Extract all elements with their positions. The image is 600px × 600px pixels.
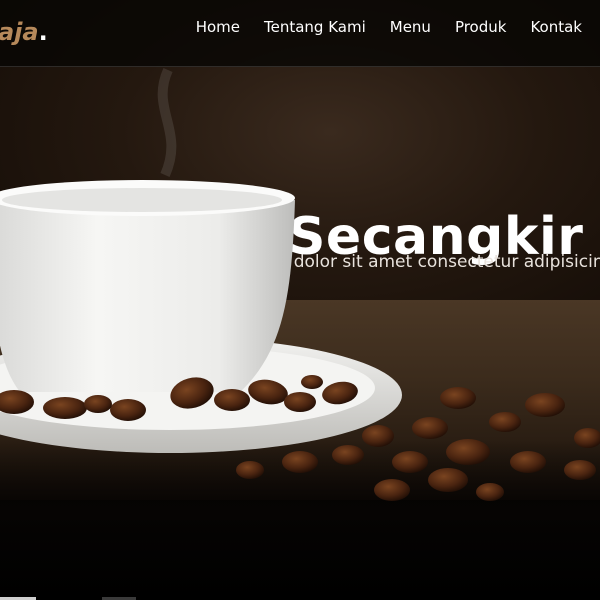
- nav-link-tentang-kami[interactable]: Tentang Kami: [264, 18, 366, 36]
- nav-links: Home Tentang Kami Menu Produk Kontak: [196, 18, 582, 36]
- brand-logo[interactable]: aja.: [0, 18, 48, 46]
- brand-logo-text: aja: [0, 18, 39, 46]
- nav-link-produk[interactable]: Produk: [455, 18, 507, 36]
- hero-section: Nikmati Secangkir Lorem ipsum dolor sit …: [0, 0, 600, 600]
- nav-link-kontak[interactable]: Kontak: [530, 18, 582, 36]
- nav-link-menu[interactable]: Menu: [390, 18, 431, 36]
- coffee-cup-image: [0, 67, 600, 501]
- navbar: aja. Home Tentang Kami Menu Produk Konta…: [0, 0, 600, 67]
- nav-link-home[interactable]: Home: [196, 18, 240, 36]
- brand-logo-dot: .: [38, 18, 48, 46]
